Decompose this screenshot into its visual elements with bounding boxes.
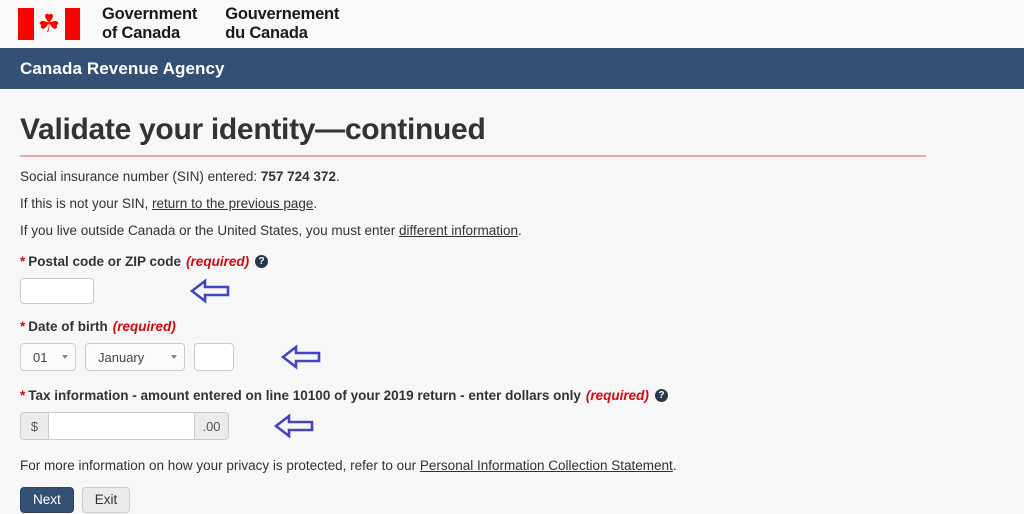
- maple-leaf-icon: ☘: [37, 9, 61, 38]
- sin-entered-prefix: Social insurance number (SIN) entered:: [20, 169, 261, 184]
- tax-information-label-text: Tax information - amount entered on line…: [28, 388, 581, 403]
- privacy-statement-link[interactable]: Personal Information Collection Statemen…: [420, 458, 673, 473]
- help-question-icon[interactable]: ?: [654, 389, 668, 402]
- cents-addon: .00: [195, 412, 229, 440]
- privacy-statement-line: For more information on how your privacy…: [20, 457, 1004, 474]
- postal-code-label: * Postal code or ZIP code (required) ?: [20, 253, 1004, 270]
- required-text: (required): [585, 388, 649, 403]
- sin-entered-line: Social insurance number (SIN) entered: 7…: [20, 168, 1004, 185]
- exit-button[interactable]: Exit: [81, 487, 131, 513]
- date-of-birth-row: 0102030405060708091011121314151617181920…: [20, 343, 1004, 371]
- tax-amount-input[interactable]: [48, 412, 195, 440]
- required-text: (required): [112, 319, 176, 334]
- left-arrow-annotation-icon: [280, 344, 322, 370]
- wordmark-en-line2: of Canada: [102, 24, 180, 42]
- outside-canada-prefix: If you live outside Canada or the United…: [20, 223, 399, 238]
- flag-bar-right: [64, 8, 80, 40]
- privacy-suffix: .: [672, 458, 677, 473]
- help-question-icon[interactable]: ?: [255, 255, 269, 268]
- wordmark-fr-line1: Gouvernement: [225, 5, 340, 23]
- required-marker: *: [20, 254, 26, 269]
- form-button-row: Next Exit: [20, 487, 1004, 513]
- outside-canada-line: If you live outside Canada or the United…: [20, 222, 1004, 239]
- postal-code-input[interactable]: [20, 278, 94, 304]
- goc-wordmark: Government of Canada Gouvernement du Can…: [102, 5, 339, 43]
- left-arrow-annotation-icon: [273, 413, 315, 439]
- left-arrow-annotation-icon: [189, 278, 231, 304]
- required-marker: *: [20, 319, 26, 334]
- flag-bar-left: [18, 8, 34, 40]
- dob-day-select-wrap: 0102030405060708091011121314151617181920…: [20, 343, 76, 371]
- date-of-birth-label-text: Date of birth: [28, 319, 108, 334]
- required-text: (required): [186, 254, 250, 269]
- canada-flag-icon: ☘: [18, 8, 80, 40]
- date-of-birth-label: * Date of birth (required): [20, 318, 1004, 335]
- tax-information-row: $ .00: [20, 412, 1004, 440]
- dob-month-select-wrap: JanuaryFebruaryMarchAprilMayJuneJulyAugu…: [85, 343, 185, 371]
- cra-application-band: Canada Revenue Agency: [0, 48, 1024, 89]
- privacy-prefix: For more information on how your privacy…: [20, 458, 420, 473]
- required-marker: *: [20, 388, 26, 403]
- wordmark-fr-line2: du Canada: [225, 24, 308, 42]
- not-sin-suffix: .: [313, 196, 318, 211]
- dob-day-select[interactable]: 0102030405060708091011121314151617181920…: [20, 343, 76, 371]
- dob-year-input[interactable]: [194, 343, 234, 371]
- dob-month-select[interactable]: JanuaryFebruaryMarchAprilMayJuneJulyAugu…: [85, 343, 185, 371]
- wordmark-en-line1: Government: [102, 5, 198, 23]
- global-header: ☘ Government of Canada Gouvernement du C…: [0, 0, 1024, 48]
- cra-band-title: Canada Revenue Agency: [20, 58, 225, 78]
- tax-amount-input-group: $ .00: [20, 412, 229, 440]
- not-sin-prefix: If this is not your SIN,: [20, 196, 153, 211]
- next-button[interactable]: Next: [20, 487, 74, 513]
- dollar-sign-addon: $: [20, 412, 48, 440]
- postal-code-label-text: Postal code or ZIP code: [28, 254, 182, 269]
- wordmark-english: Government of Canada: [102, 5, 197, 43]
- page-title: Validate your identity—continued: [20, 113, 486, 146]
- main-content: Validate your identity—continued Social …: [0, 113, 1024, 513]
- return-previous-page-link[interactable]: return to the previous page: [152, 196, 313, 211]
- different-information-link[interactable]: different information: [399, 223, 518, 238]
- outside-canada-suffix: .: [518, 223, 522, 238]
- tax-information-label: * Tax information - amount entered on li…: [20, 387, 1004, 404]
- not-your-sin-line: If this is not your SIN, return to the p…: [20, 195, 1004, 212]
- wordmark-french: Gouvernement du Canada: [225, 5, 339, 43]
- sin-value: 757 724 372: [260, 169, 336, 184]
- postal-code-row: [20, 278, 1004, 304]
- sin-entered-suffix: .: [335, 169, 340, 184]
- title-underline-rule: [20, 155, 926, 157]
